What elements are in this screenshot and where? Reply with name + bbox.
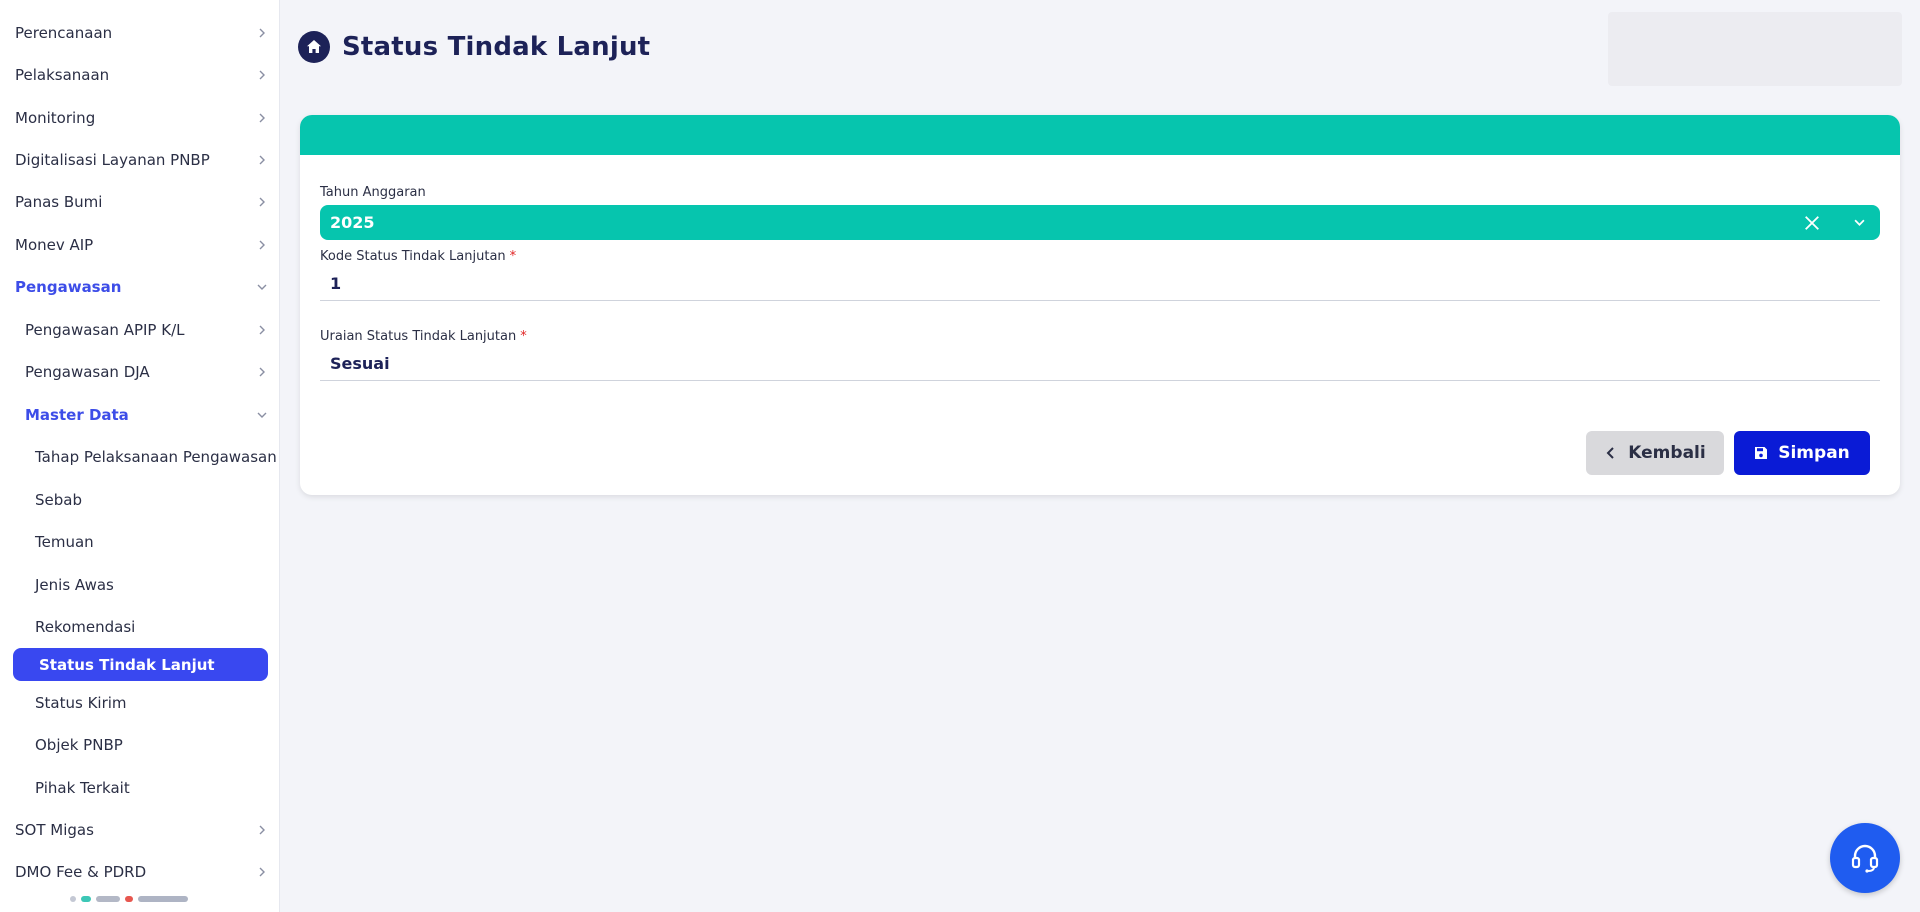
chevron-left-icon (1606, 447, 1614, 459)
sidebar-item-label: Panas Bumi (15, 193, 103, 211)
page-title: Status Tindak Lanjut (342, 32, 651, 62)
tahun-anggaran-label-text: Tahun Anggaran (320, 185, 426, 200)
sidebar-item-label: Tahap Pelaksanaan Pengawasan (35, 448, 277, 466)
sidebar-item-label: Temuan (35, 533, 94, 551)
sidebar-item-label: Monev AIP (15, 236, 94, 254)
save-button-label: Simpan (1778, 443, 1850, 463)
help-support-button[interactable] (1830, 823, 1900, 893)
sidebar-item-label: Pengawasan DJA (25, 363, 150, 381)
headset-icon (1851, 844, 1879, 873)
tahun-anggaran-value: 2025 (330, 213, 375, 232)
chevron-right-icon (256, 112, 268, 124)
sidebar-item-pihak-terkait[interactable]: Pihak Terkait (0, 769, 279, 807)
tahun-anggaran-label: Tahun Anggaran (320, 185, 426, 200)
sidebar-item-label: Master Data (25, 406, 129, 424)
sidebar-item-digitalisasi[interactable]: Digitalisasi Layanan PNBP (0, 141, 279, 179)
sidebar-item-monev-aip[interactable]: Monev AIP (0, 226, 279, 264)
sidebar-item-perencanaan[interactable]: Perencanaan (0, 14, 279, 52)
required-mark: * (509, 249, 517, 264)
chevron-down-icon (256, 409, 268, 421)
form-card: Tahun Anggaran 2025 Kode Status Tindak L… (300, 115, 1900, 495)
sidebar-item-label: Pihak Terkait (35, 779, 130, 797)
sidebar-item-label: Pelaksanaan (15, 66, 110, 84)
sidebar-item-status-kirim[interactable]: Status Kirim (0, 684, 279, 722)
sidebar-item-label: DMO Fee & PDRD (15, 863, 147, 881)
chevron-down-icon (256, 281, 268, 293)
sidebar-item-label: Monitoring (15, 109, 96, 127)
sidebar-item-pelaksanaan[interactable]: Pelaksanaan (0, 56, 279, 94)
chevron-right-icon (256, 69, 268, 81)
sidebar-item-pengawasan[interactable]: Pengawasan (0, 268, 279, 306)
sidebar-item-label: Pengawasan APIP K/L (25, 321, 185, 339)
sidebar-item-label: Perencanaan (15, 24, 113, 42)
chevron-down-icon[interactable] (1852, 216, 1866, 230)
sidebar-item-sebab[interactable]: Sebab (0, 481, 279, 519)
tahun-anggaran-select[interactable]: 2025 (320, 205, 1880, 240)
kode-status-label: Kode Status Tindak Lanjutan * (320, 249, 516, 264)
uraian-status-label: Uraian Status Tindak Lanjutan * (320, 329, 527, 344)
kode-status-label-text: Kode Status Tindak Lanjutan (320, 249, 506, 264)
sidebar-logo (70, 890, 220, 908)
back-button-label: Kembali (1628, 443, 1706, 463)
sidebar-item-jenis-awas[interactable]: Jenis Awas (0, 566, 279, 604)
sidebar-item-temuan[interactable]: Temuan (0, 523, 279, 561)
chevron-right-icon (256, 324, 268, 336)
sidebar-item-sot-migas[interactable]: SOT Migas (0, 811, 279, 849)
sidebar-item-pengawasan-dja[interactable]: Pengawasan DJA (0, 353, 279, 391)
sidebar-item-monitoring[interactable]: Monitoring (0, 99, 279, 137)
save-button[interactable]: Simpan (1734, 431, 1870, 475)
chevron-right-icon (256, 366, 268, 378)
kode-status-input[interactable] (320, 267, 1880, 301)
sidebar-item-master-data[interactable]: Master Data (0, 396, 279, 434)
required-mark: * (520, 329, 527, 344)
save-icon (1755, 447, 1768, 459)
card-header (300, 115, 1900, 155)
sidebar: Perencanaan Pelaksanaan Monitoring Digit… (0, 0, 280, 912)
sidebar-item-panas-bumi[interactable]: Panas Bumi (0, 183, 279, 221)
sidebar-item-label: Rekomendasi (35, 618, 136, 636)
page-header: Status Tindak Lanjut (298, 30, 650, 64)
chevron-right-icon (256, 239, 268, 251)
sidebar-item-label: Sebab (35, 491, 82, 509)
chevron-right-icon (256, 154, 268, 166)
header-widget (1608, 12, 1902, 86)
sidebar-item-rekomendasi[interactable]: Rekomendasi (0, 608, 279, 646)
uraian-status-input[interactable] (320, 347, 1880, 381)
sidebar-item-tahap-pelaksanaan[interactable]: Tahap Pelaksanaan Pengawasan (0, 438, 279, 476)
sidebar-item-label: SOT Migas (15, 821, 94, 839)
sidebar-item-label: Digitalisasi Layanan PNBP (15, 151, 210, 169)
uraian-status-label-text: Uraian Status Tindak Lanjutan (320, 329, 517, 344)
sidebar-item-label: Pengawasan (15, 278, 122, 296)
back-button[interactable]: Kembali (1586, 431, 1724, 475)
home-icon[interactable] (298, 31, 330, 63)
sidebar-item-label: Objek PNBP (35, 736, 123, 754)
chevron-right-icon (256, 27, 268, 39)
sidebar-item-status-tindak-lanjut[interactable]: Status Tindak Lanjut (13, 648, 268, 681)
chevron-right-icon (256, 824, 268, 836)
sidebar-item-label: Jenis Awas (35, 576, 114, 594)
chevron-right-icon (256, 866, 268, 878)
sidebar-item-label: Status Tindak Lanjut (39, 655, 215, 674)
sidebar-item-objek-pnbp[interactable]: Objek PNBP (0, 726, 279, 764)
sidebar-item-label: Status Kirim (35, 694, 127, 712)
sidebar-item-pengawasan-apip[interactable]: Pengawasan APIP K/L (0, 311, 279, 349)
sidebar-item-dmo-fee[interactable]: DMO Fee & PDRD (0, 853, 279, 891)
chevron-right-icon (256, 196, 268, 208)
clear-icon[interactable] (1802, 213, 1822, 233)
